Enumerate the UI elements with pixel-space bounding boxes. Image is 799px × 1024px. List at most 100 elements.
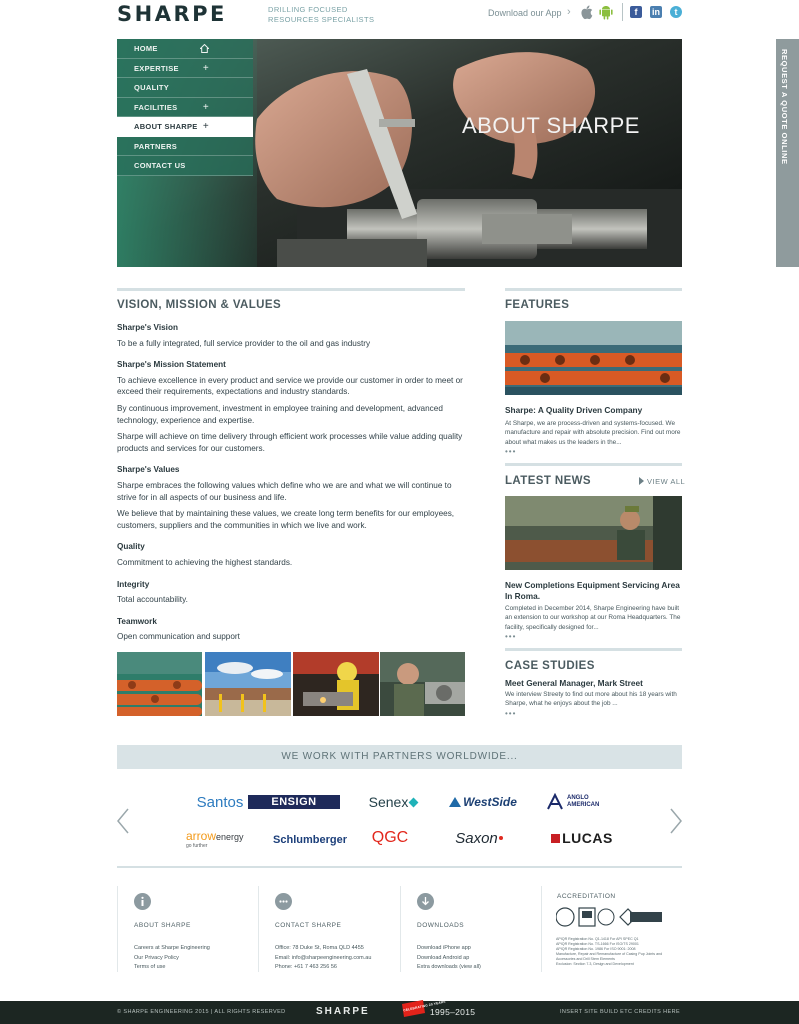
view-all-label: VIEW ALL bbox=[647, 477, 686, 486]
terms-link[interactable]: Terms of use bbox=[134, 963, 210, 973]
nav-label: FACILITIES bbox=[134, 102, 178, 112]
vmv-title: VISION, MISSION & VALUES bbox=[117, 299, 282, 311]
download-iphone-link[interactable]: Download iPhone app bbox=[417, 944, 481, 954]
svg-text:SHARPE: SHARPE bbox=[117, 3, 227, 25]
email-link[interactable]: Email: info@sharpeengineering.com.au bbox=[275, 954, 371, 964]
integrity-text: Total accountability. bbox=[117, 595, 188, 605]
partner-logo-saxon[interactable]: Saxon bbox=[446, 826, 512, 850]
site-credits: INSERT SITE BUILD ETC CREDITS HERE bbox=[560, 1009, 681, 1015]
case-study-heading[interactable]: Meet General Manager, Mark Street bbox=[505, 678, 682, 689]
integrity-heading: Integrity bbox=[117, 579, 150, 589]
nav-item-quality[interactable]: QUALITY bbox=[117, 78, 253, 98]
features-text: At Sharpe, we are process-driven and sys… bbox=[505, 420, 681, 446]
download-android-link[interactable]: Download Android ap bbox=[417, 954, 481, 964]
footer-download-links: Download iPhone app Download Android ap … bbox=[417, 944, 481, 973]
nav-item-about-sharpe[interactable]: ABOUT SHARPE + bbox=[117, 117, 253, 137]
partner-logo-westside[interactable]: WestSide bbox=[444, 790, 522, 814]
case-study-text: We interview Streety to find out more ab… bbox=[505, 691, 677, 708]
features-more-button[interactable]: ••• bbox=[505, 447, 516, 456]
footer-divider bbox=[400, 886, 401, 972]
westside-wordmark: WestSide bbox=[463, 795, 517, 809]
api-monogram-icon bbox=[556, 907, 575, 927]
accreditation-logos bbox=[556, 907, 662, 927]
footer-divider bbox=[541, 886, 542, 972]
mission-text-2: By continuous improvement, investment in… bbox=[117, 403, 443, 425]
vmv-content: Sharpe's Vision To be a fully integrated… bbox=[117, 322, 467, 648]
features-heading[interactable]: Sharpe: A Quality Driven Company bbox=[505, 405, 682, 416]
request-quote-label: REQUEST A QUOTE ONLINE bbox=[780, 49, 789, 165]
nav-item-contact-us[interactable]: CONTACT US bbox=[117, 156, 253, 176]
nav-label: CONTACT US bbox=[134, 161, 186, 170]
case-studies-title: CASE STUDIES bbox=[505, 660, 595, 672]
expand-plus-icon: + bbox=[202, 121, 209, 132]
partner-logo-qgc[interactable]: QGC bbox=[368, 826, 412, 850]
anglo-label: ANGLO bbox=[567, 795, 589, 801]
partners-title: WE WORK WITH PARTNERS WORLDWIDE... bbox=[281, 751, 518, 762]
partner-logo-lucas[interactable]: LUCAS bbox=[544, 826, 620, 850]
ensign-wordmark: ENSIGN bbox=[271, 796, 317, 808]
carousel-next-arrow[interactable] bbox=[669, 808, 683, 834]
nav-label: QUALITY bbox=[134, 83, 170, 92]
nav-item-partners[interactable]: PARTNERS bbox=[117, 136, 253, 156]
footer-about-links: Careers at Sharpe Engineering Our Privac… bbox=[134, 944, 210, 973]
gallery-image-yard[interactable] bbox=[205, 652, 291, 716]
privacy-policy-link[interactable]: Our Privacy Policy bbox=[134, 954, 210, 964]
news-more-button[interactable]: ••• bbox=[505, 632, 516, 641]
office-address: Office: 78 Duke St, Roma QLD 4455 bbox=[275, 945, 364, 951]
anglo-american-wordmark: ANGLO AMERICAN bbox=[567, 795, 599, 809]
partner-logo-ensign[interactable]: ENSIGN bbox=[248, 795, 340, 809]
vision-heading: Sharpe's Vision bbox=[117, 323, 178, 332]
saxon-mark-icon bbox=[498, 836, 503, 840]
partner-logo-arrow-energy[interactable]: arrowenergy go further bbox=[186, 826, 256, 852]
facebook-icon[interactable]: f bbox=[630, 6, 642, 18]
phone-link[interactable]: Phone: +61 7 463 256 56 bbox=[275, 963, 371, 973]
quality-text: Commitment to achieving the highest stan… bbox=[117, 557, 293, 567]
accreditation-details: APIQR Registration No. Q1-1418 For API S… bbox=[556, 937, 681, 967]
careers-link[interactable]: Careers at Sharpe Engineering bbox=[134, 944, 210, 954]
sharpe-logo[interactable]: SHARPE bbox=[117, 3, 257, 25]
qgc-wordmark: QGC bbox=[371, 829, 409, 846]
partner-logo-anglo-american[interactable]: ANGLO AMERICAN bbox=[546, 790, 616, 814]
view-all-link[interactable]: VIEW ALL bbox=[639, 477, 685, 486]
nav-label: HOME bbox=[134, 44, 158, 53]
nav-item-expertise[interactable]: EXPERTISE + bbox=[117, 58, 253, 78]
footer-divider bbox=[117, 886, 118, 972]
gallery-image-machinist[interactable] bbox=[380, 652, 465, 716]
carousel-prev-arrow[interactable] bbox=[116, 808, 130, 834]
news-image[interactable] bbox=[505, 496, 682, 570]
features-image[interactable] bbox=[505, 321, 682, 395]
tagline: DRILLING FOCUSED RESOURCES SPECIALISTS bbox=[268, 5, 374, 25]
case-study-more-button[interactable]: ••• bbox=[505, 709, 516, 718]
tagline-line-1: DRILLING FOCUSED bbox=[268, 5, 348, 14]
request-quote-tab[interactable]: REQUEST A QUOTE ONLINE bbox=[776, 39, 799, 267]
copyright-text: © SHARPE ENGINEERING 2015 | ALL RIGHTS R… bbox=[117, 1009, 286, 1015]
extra-downloads-link[interactable]: Extra downloads (view all) bbox=[417, 963, 481, 973]
partner-logo-santos[interactable]: Santos bbox=[186, 790, 254, 814]
expand-plus-icon: + bbox=[202, 62, 209, 74]
gallery-image-pipes[interactable] bbox=[117, 652, 202, 716]
teamwork-text: Open communication and support bbox=[117, 632, 240, 642]
anniversary-years: 1995–2015 bbox=[430, 1007, 476, 1017]
android-icon[interactable] bbox=[599, 4, 613, 20]
main-nav: HOME EXPERTISE + QUALITY FACILITIES + AB… bbox=[117, 39, 253, 176]
mission-text-3: Sharpe will achieve on time delivery thr… bbox=[117, 432, 463, 453]
apple-icon[interactable] bbox=[580, 4, 593, 20]
twitter-icon[interactable]: t bbox=[670, 6, 682, 18]
vision-text: To be a fully integrated, full service p… bbox=[117, 338, 371, 348]
arrow-label: arrow bbox=[186, 828, 217, 843]
download-app-label: Download our App bbox=[488, 8, 562, 18]
accreditation-line: Manufacture, Repair and Remanufacture of… bbox=[556, 952, 663, 961]
nav-item-home[interactable]: HOME bbox=[117, 39, 253, 59]
gallery-image-welder[interactable] bbox=[293, 652, 379, 716]
tagline-line-2: RESOURCES SPECIALISTS bbox=[268, 15, 375, 24]
news-heading[interactable]: New Completions Equipment Servicing Area… bbox=[505, 580, 682, 602]
partner-logo-schlumberger[interactable]: Schlumberger bbox=[273, 828, 347, 852]
linkedin-icon[interactable]: in bbox=[650, 6, 662, 18]
play-chevron-icon bbox=[639, 477, 644, 485]
arrow-energy-wordmark: arrowenergy bbox=[186, 830, 244, 843]
nav-item-facilities[interactable]: FACILITIES + bbox=[117, 97, 253, 117]
partner-logo-senex[interactable]: Senex bbox=[358, 790, 428, 814]
footer-logo[interactable]: SHARPE bbox=[316, 1006, 370, 1017]
chat-icon bbox=[275, 893, 292, 910]
api-seal-icon bbox=[597, 908, 615, 926]
